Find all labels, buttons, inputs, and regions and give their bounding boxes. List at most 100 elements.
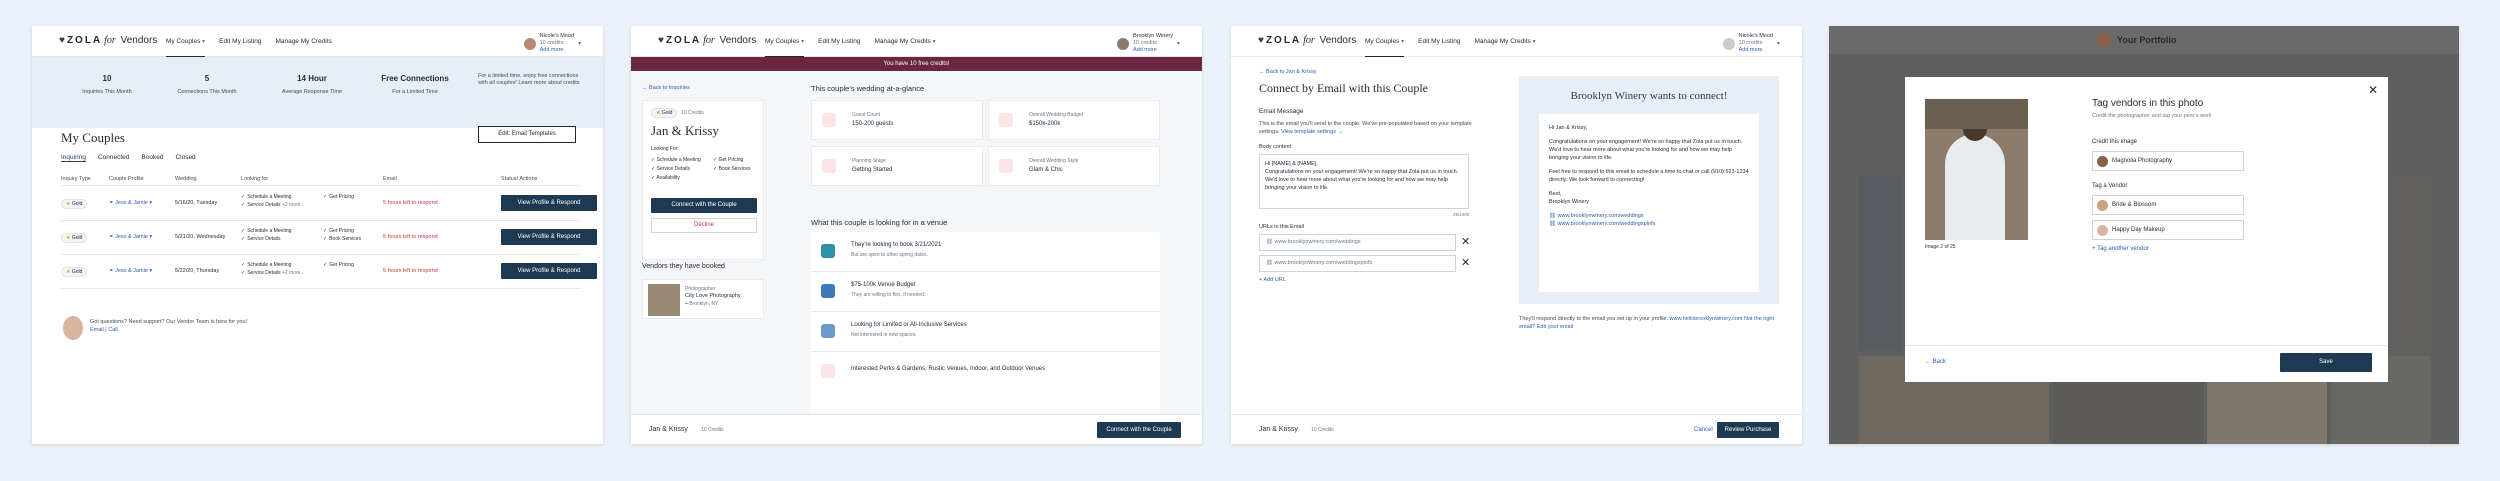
promo-text: For a limited time, enjoy free connectio… — [478, 73, 580, 86]
view-profile-respond-button[interactable]: View Profile & Respond — [501, 229, 597, 245]
link-icon: ⛓ — [1549, 221, 1556, 227]
more-tags[interactable]: +2 more... — [282, 202, 305, 208]
tab-inquiring[interactable]: Inquiring — [61, 154, 86, 162]
nav-edit-listing[interactable]: Edit My Listing — [818, 26, 860, 57]
nav-manage-credits[interactable]: Manage My Credits ▾ — [1474, 26, 1535, 57]
nav-edit-listing[interactable]: Edit My Listing — [1418, 26, 1460, 57]
remove-url-icon[interactable]: ✕ — [1461, 234, 1470, 250]
zola-logo[interactable]: ♥ ZOLA for Vendors — [1258, 35, 1356, 46]
add-url-button[interactable]: + Add URL — [1259, 277, 1286, 283]
tag-item: ✓ Get Pricing ✓ Book Services — [323, 227, 361, 243]
footer-credits: 10 Credits — [1311, 427, 1334, 433]
nav-manage-credits[interactable]: Manage My Credits ▾ — [874, 26, 935, 57]
portfolio-tag-screen: Your Portfolio The Cake Stand ✕ Image 2 … — [1829, 26, 2459, 444]
template-settings-link[interactable]: View template settings → — [1281, 129, 1343, 135]
tag-vendor-field[interactable]: Bride & Blossom — [2092, 195, 2244, 215]
body-textarea[interactable]: Hi [NAME] & [NAME], Congratulations on y… — [1259, 154, 1469, 209]
more-tags[interactable]: +2 more... — [282, 270, 305, 276]
page-title: My Couples — [61, 130, 125, 145]
badge-text: Gold — [661, 110, 673, 116]
view-profile-respond-button[interactable]: View Profile & Respond — [501, 195, 597, 211]
add-tag-button[interactable]: + Tag another vendor — [2092, 246, 2149, 252]
tag-vendor-value: Happy Day Makeup — [2112, 227, 2165, 233]
view-profile-respond-button[interactable]: View Profile & Respond — [501, 263, 597, 279]
couple-name: Jess & Jamie — [115, 268, 148, 274]
back-link-text: Back to Inquiries — [649, 85, 690, 91]
tab-closed[interactable]: Closed — [175, 154, 195, 162]
logo-text: ZOLA — [1265, 35, 1302, 46]
remove-url-icon[interactable]: ✕ — [1461, 255, 1470, 271]
modal-title: Tag vendors in this photo — [2092, 98, 2204, 109]
zola-logo[interactable]: ♥ ZOLA for Vendors — [59, 35, 157, 46]
looking-for-label: Looking For: — [651, 146, 679, 152]
table-row[interactable]: ★ Gold ⚭ Jess & Jamie ▾ 5/16/20, Tuesday… — [61, 187, 597, 221]
star-icon: ★ — [66, 269, 71, 275]
bottom-action-bar: Jan & Krissy 10 Credits Connect with the… — [631, 414, 1202, 444]
vendor-email: www.hellobrooklynwinery.com — [1669, 316, 1743, 322]
money-icon — [999, 113, 1013, 127]
add-more-link[interactable]: Add more — [1133, 47, 1157, 53]
connect-with-couple-button[interactable]: Connect with the Couple — [651, 198, 757, 213]
preview-link[interactable]: ⛓ www.brooklynwinery.com/weddings — [1549, 212, 1749, 220]
tab-connected[interactable]: Connected — [98, 154, 129, 162]
portfolio-photo[interactable] — [1859, 176, 1903, 351]
decline-button[interactable]: Decline — [651, 218, 757, 233]
tag-vendor-field[interactable]: Happy Day Makeup — [2092, 220, 2244, 240]
portfolio-title: Your Portfolio — [2117, 35, 2177, 45]
tag-vendor-value: Bride & Blossom — [2112, 202, 2157, 208]
add-more-link[interactable]: Add more — [540, 47, 564, 53]
add-url-text: Add URL — [1263, 277, 1286, 283]
status-text: 5 hours left to respond — [383, 200, 438, 206]
nav-my-couples[interactable]: My Couples ▾ — [1365, 26, 1405, 57]
couple-link[interactable]: ⚭ Jess & Jamie ▾ — [109, 268, 152, 274]
stats-banner: 10 Inquiries This Month 5 Connections This… — [32, 57, 603, 128]
table-row[interactable]: ★ Gold ⚭ Jess & Jamie ▾ 5/22/20, Thursda… — [61, 255, 597, 289]
check-icon: ✓ — [713, 166, 718, 172]
credit-vendor-field[interactable]: Magnolia Photography — [2092, 151, 2244, 171]
review-purchase-button[interactable]: Review Purchase — [1717, 422, 1779, 438]
add-more-link[interactable]: Add more — [1739, 47, 1763, 53]
add-tag-text: Tag another vendor — [2097, 246, 2149, 252]
tag-item: ✓ Availability — [651, 174, 680, 183]
account-credits: 10 credits — [1132, 40, 1157, 46]
support-contact-links[interactable]: Email | Call — [90, 326, 247, 334]
account-menu[interactable]: Nicole's Mood 10 credits Add more ▾ — [1722, 33, 1780, 54]
url-field[interactable]: ⛓ www.brooklynwinery.com/weddings — [1259, 234, 1456, 251]
tag-text: Get Pricing — [718, 157, 744, 163]
glance-label: Planning Stage — [852, 158, 886, 164]
calendar-icon — [821, 244, 835, 258]
check-icon: ✓ — [241, 202, 246, 208]
footer-credits: 10 Credits — [701, 427, 724, 433]
portfolio-photo[interactable] — [2391, 176, 2431, 351]
nav-edit-listing[interactable]: Edit My Listing — [219, 26, 261, 57]
tab-booked[interactable]: Booked — [141, 154, 163, 162]
couple-name: Jess & Jamie — [115, 234, 148, 240]
back-to-inquiries-link[interactable]: ← Back to Inquiries — [642, 85, 690, 91]
check-icon: ✓ — [323, 262, 328, 268]
edit-email-templates-button[interactable]: Edit: Email Templates — [478, 126, 576, 143]
close-icon[interactable]: ✕ — [2368, 83, 2378, 97]
support-text: Got questions? Need support? Our Vendor … — [90, 319, 248, 325]
url-field[interactable]: ⛓ www.brooklynwinery.com/weddingsplofs — [1259, 255, 1456, 272]
couple-link[interactable]: ⚭ Jess & Jamie ▾ — [109, 200, 152, 206]
preview-link[interactable]: ⛓ www.brooklynwinery.com/weddingsplofs — [1549, 220, 1749, 228]
cancel-button[interactable]: Cancel — [1694, 427, 1713, 433]
back-link[interactable]: ← Back to Jan & Krissy — [1259, 69, 1316, 75]
link-icon: ⛓ — [1549, 213, 1556, 219]
account-menu[interactable]: Nicole's Mood 10 credits Add more ▾ — [523, 33, 581, 54]
table-row[interactable]: ★ Gold ⚭ Jess & Jamie ▾ 5/21/20, Wednesd… — [61, 221, 597, 255]
tag-item: ✓ Service Details +2 more... — [241, 201, 321, 209]
nav-my-couples[interactable]: My Couples ▾ — [765, 26, 805, 57]
booked-vendor-card[interactable]: Photographer City Love Photography ⌖ Bro… — [642, 279, 764, 319]
back-button[interactable]: ← Back — [1925, 359, 1946, 365]
url-field-value: www.brooklynwinery.com/weddings — [1274, 239, 1361, 245]
nav-manage-credits[interactable]: Manage My Credits — [275, 26, 331, 57]
connect-with-couple-button[interactable]: Connect with the Couple — [1097, 422, 1181, 438]
zola-logo[interactable]: ♥ ZOLA for Vendors — [658, 35, 756, 46]
gold-badge: ★ Gold — [61, 233, 88, 243]
nav-my-couples[interactable]: My Couples ▾ — [166, 26, 206, 57]
account-menu[interactable]: Brooklyn Winery 10 credits Add more ▾ — [1116, 33, 1180, 54]
flower-icon — [821, 364, 835, 378]
couple-link[interactable]: ⚭ Jess & Jamie ▾ — [109, 234, 152, 240]
save-button[interactable]: Save — [2280, 353, 2372, 372]
